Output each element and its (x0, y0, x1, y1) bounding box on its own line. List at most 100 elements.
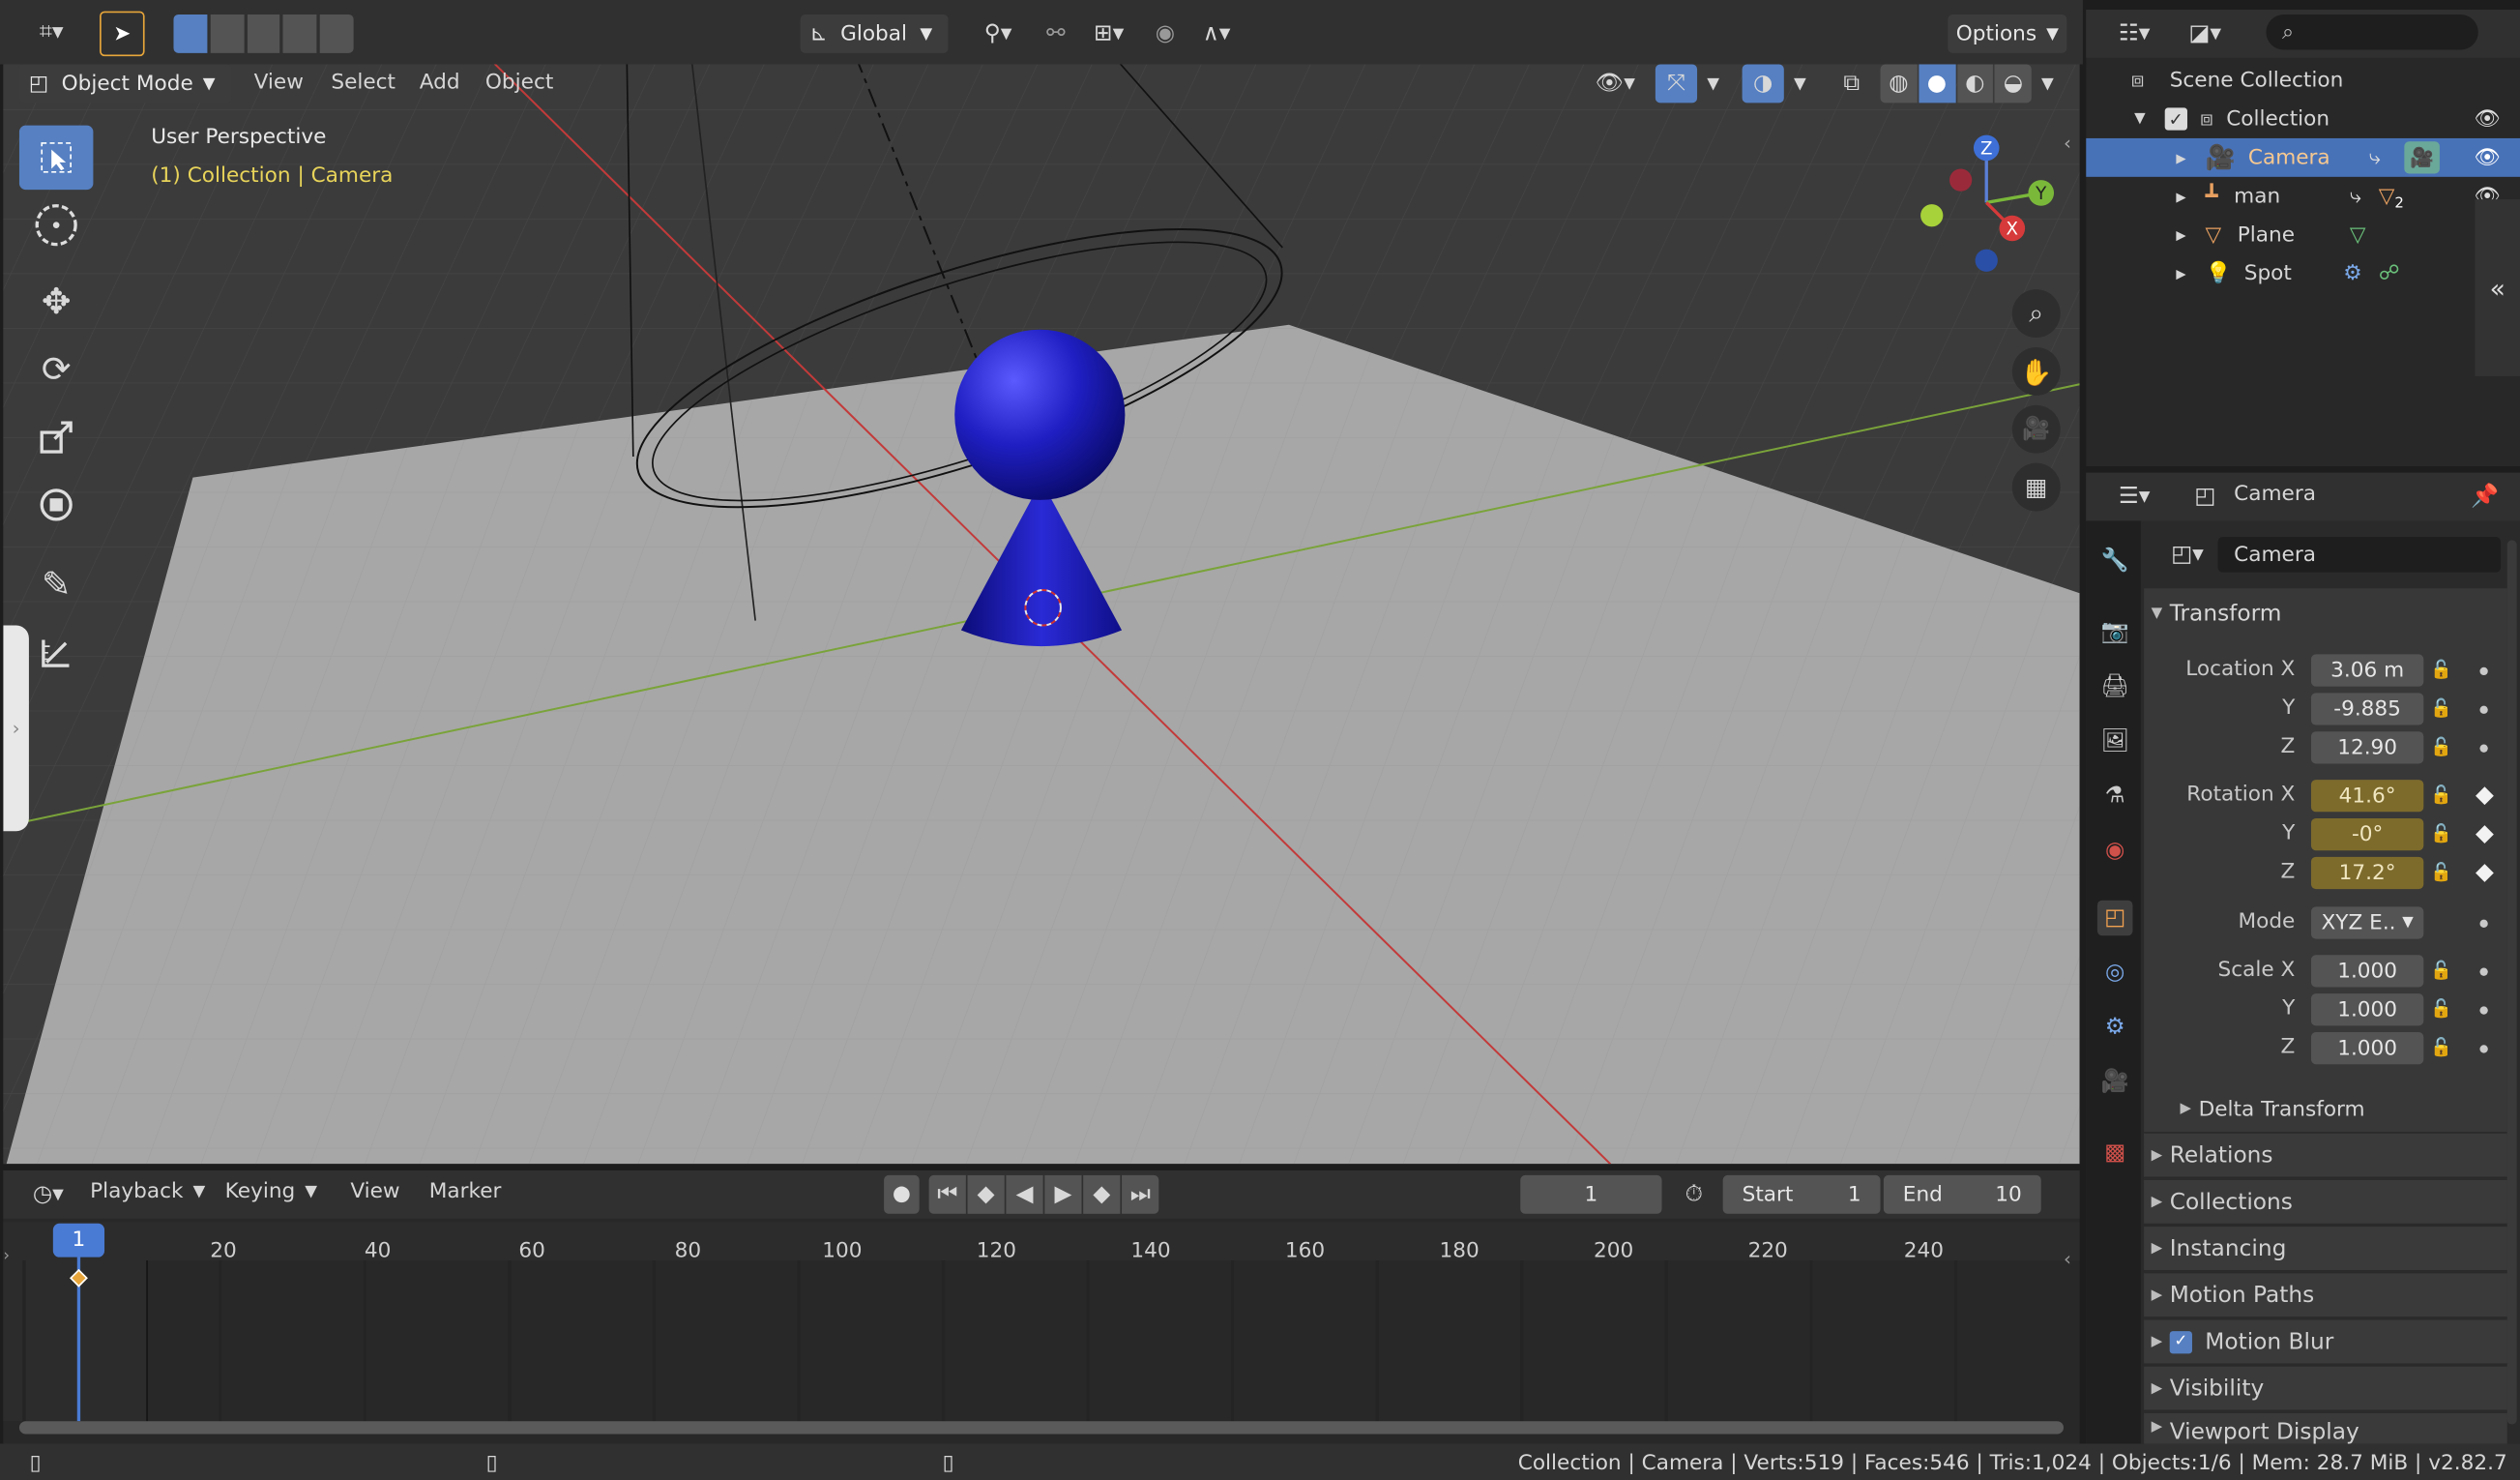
properties-editor-type-icon[interactable]: ☰▾ (2105, 478, 2163, 517)
snap-target-icon[interactable]: ⊞▾ (1080, 15, 1138, 53)
outliner-item-camera[interactable]: ▶ 🎥 Camera ⤷ 🎥 👁 (2086, 137, 2520, 177)
lock-icon[interactable]: 🔓 (2430, 1037, 2452, 1058)
outliner-collapse-tab[interactable]: « (2475, 199, 2520, 376)
tool-tab-icon[interactable]: 🔧 (2097, 544, 2133, 579)
keyframe-dot-icon[interactable] (2479, 666, 2488, 676)
transform-panel-header[interactable]: ▼ Transform (2144, 592, 2507, 637)
location-y-field[interactable]: -9.885 (2310, 693, 2424, 725)
timeline-left-icon[interactable]: › (3, 1248, 10, 1265)
select-tool-button[interactable]: ➤ (100, 11, 145, 57)
render-tab-icon[interactable]: 📷 (2097, 614, 2133, 650)
delta-transform-subpanel[interactable]: ▶ Delta Transform (2173, 1090, 2494, 1129)
material-shading-icon[interactable]: ◐ (1956, 64, 1994, 104)
keyframe-dot-icon[interactable] (2479, 705, 2488, 714)
snap-icon[interactable]: ⚯ (1039, 15, 1074, 53)
prev-keyframe-icon[interactable]: ◆ (967, 1174, 1005, 1214)
keyframe-dot-icon[interactable] (2479, 967, 2488, 976)
toolbar-expand-handle[interactable]: › (3, 625, 29, 832)
orientation-dropdown[interactable]: ⊾ Global ▼ (800, 14, 949, 53)
eye-icon[interactable]: 👁 (2475, 145, 2501, 169)
scale-tool-icon[interactable] (19, 408, 93, 466)
rotation-z-field[interactable]: 17.2° (2310, 856, 2424, 890)
object-name-field[interactable]: Camera (2217, 537, 2502, 573)
keyframe-dot-icon[interactable] (2479, 744, 2488, 753)
rotate-tool-icon[interactable]: ⟳ (19, 340, 93, 399)
playhead-label[interactable]: 1 (52, 1223, 105, 1258)
pin-icon[interactable]: 📌 (2469, 478, 2501, 517)
properties-scrollbar[interactable] (2506, 540, 2517, 1425)
rotation-x-field[interactable]: 41.6° (2310, 780, 2424, 813)
location-z-field[interactable]: 12.90 (2310, 731, 2424, 764)
keyframe-dot-icon[interactable] (2479, 919, 2488, 928)
overlay-toggle-icon[interactable]: ◑ (1742, 64, 1784, 104)
end-frame-field[interactable]: End 10 (1883, 1174, 2041, 1214)
timeline-menu-playback[interactable]: Playback ▼ (90, 1180, 205, 1204)
lock-icon[interactable]: 🔓 (2430, 784, 2452, 806)
timeline-menu-marker[interactable]: Marker (429, 1180, 502, 1204)
select-intersect-icon[interactable] (320, 14, 354, 53)
select-mode-group[interactable] (173, 14, 354, 53)
object-data-tab-icon[interactable]: 🎥 (2097, 1064, 2133, 1100)
lock-icon[interactable]: 🔓 (2430, 862, 2452, 883)
options-dropdown[interactable]: Options ▼ (1948, 14, 2067, 53)
object-tab-icon[interactable]: ◰ (2096, 900, 2133, 936)
section-motion-blur[interactable]: ▶ ✓ Motion Blur (2144, 1317, 2507, 1364)
eye-icon[interactable]: 👁 (2475, 107, 2501, 132)
gizmo-menu-icon[interactable]: ▼ (1700, 64, 1726, 103)
keyframe-dot-icon[interactable] (2479, 1006, 2488, 1015)
xray-toggle-icon[interactable]: ⧉ (1832, 64, 1871, 103)
world-tab-icon[interactable]: ◉ (2097, 833, 2133, 869)
menu-object[interactable]: Object (485, 71, 553, 95)
timeline-editor-type-icon[interactable]: ◷▾ (19, 1175, 77, 1214)
next-keyframe-icon[interactable]: ◆ (1083, 1174, 1121, 1214)
record-button[interactable] (884, 1174, 920, 1214)
constraints-tab-icon[interactable]: ⚙ (2097, 1010, 2133, 1046)
editor-type-icon[interactable]: ⌗▾ (22, 13, 80, 51)
outliner-editor-type-icon[interactable]: ☷▾ (2105, 15, 2163, 53)
proportional-edit-icon[interactable]: ◉ (1148, 15, 1184, 53)
viewport-3d[interactable]: ✥ ⟳ ✎ › User Perspective (1) Collection … (3, 54, 2080, 1165)
menu-view[interactable]: View (254, 71, 304, 95)
timeline-menu-view[interactable]: View (350, 1180, 399, 1204)
view-layer-tab-icon[interactable]: 🖼 (2097, 724, 2133, 759)
location-x-field[interactable]: 3.06 m (2310, 654, 2424, 687)
lock-icon[interactable]: 🔓 (2430, 960, 2452, 981)
wireframe-shading-icon[interactable]: ◍ (1880, 64, 1918, 104)
move-tool-icon[interactable]: ✥ (19, 274, 93, 332)
play-reverse-icon[interactable]: ◀ (1006, 1174, 1043, 1214)
keyframe-dot-icon[interactable] (2479, 1045, 2488, 1053)
scale-y-field[interactable]: 1.000 (2310, 993, 2424, 1026)
scale-x-field[interactable]: 1.000 (2310, 955, 2424, 988)
checkbox-checked-icon[interactable]: ✓ (2169, 1330, 2192, 1353)
timeline-scrollbar[interactable] (18, 1421, 2065, 1435)
outliner-item-spot[interactable]: ▶ 💡 Spot ⚙ ☍ (2086, 254, 2520, 293)
shading-mode-group[interactable]: ◍ ● ◐ ◒ (1880, 64, 2032, 104)
visibility-filter-icon[interactable]: 👁▾ (1588, 64, 1643, 103)
annotate-tool-icon[interactable]: ✎ (19, 556, 93, 614)
timeline-expand-icon[interactable]: ‹ (2064, 1248, 2071, 1270)
tool-select-box[interactable] (18, 125, 94, 191)
start-frame-field[interactable]: Start 1 (1722, 1174, 1881, 1214)
lock-icon[interactable]: 🔓 (2430, 736, 2452, 757)
lock-icon[interactable]: 🔓 (2430, 998, 2452, 1020)
falloff-icon[interactable]: ∧▾ (1189, 15, 1245, 53)
scale-z-field[interactable]: 1.000 (2310, 1032, 2424, 1065)
menu-add[interactable]: Add (420, 71, 460, 95)
rendered-shading-icon[interactable]: ◒ (1994, 64, 2032, 104)
pivot-point-icon[interactable]: ⚲▾ (971, 15, 1026, 53)
output-tab-icon[interactable]: 🖨 (2097, 668, 2133, 704)
lock-icon[interactable]: 🔓 (2430, 823, 2452, 844)
ortho-grid-icon[interactable]: ▦ (2011, 462, 2061, 512)
navigation-gizmo[interactable]: Z Y X (1913, 129, 2073, 289)
outliner-item-man[interactable]: ▶ ┻ man ⤷ ▽ 2 👁 (2086, 177, 2520, 216)
current-frame-field[interactable]: 1 (1520, 1174, 1662, 1214)
jump-end-icon[interactable]: ⏭ (1122, 1174, 1159, 1214)
stopwatch-icon[interactable]: ⏱ (1675, 1175, 1714, 1214)
play-icon[interactable]: ▶ (1044, 1174, 1082, 1214)
overlay-menu-icon[interactable]: ▼ (1787, 64, 1813, 103)
rotation-y-field[interactable]: -0° (2310, 817, 2424, 851)
outliner-scene-collection[interactable]: ⧈ Scene Collection (2086, 61, 2520, 100)
section-visibility[interactable]: ▶ Visibility (2144, 1365, 2507, 1410)
pan-hand-icon[interactable]: ✋ (2011, 346, 2061, 396)
section-instancing[interactable]: ▶ Instancing (2144, 1225, 2507, 1270)
